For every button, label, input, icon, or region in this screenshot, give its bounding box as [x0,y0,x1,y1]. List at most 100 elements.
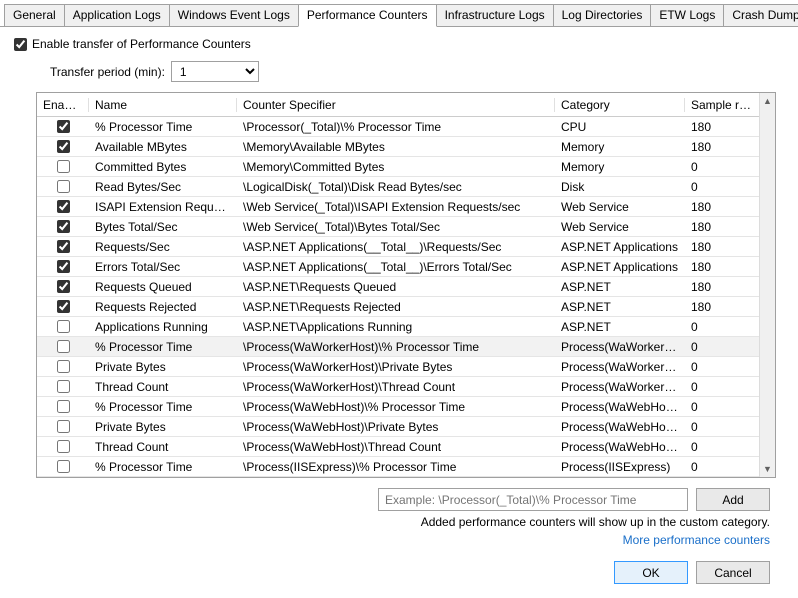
row-enable-checkbox[interactable] [57,160,70,173]
transfer-period-combo[interactable]: 1 [171,61,259,82]
table-row[interactable]: Thread Count\Process(WaWorkerHost)\Threa… [37,377,759,397]
row-enable-checkbox[interactable] [57,280,70,293]
table-row[interactable]: Thread Count\Process(WaWebHost)\Thread C… [37,437,759,457]
row-rate: 180 [685,220,759,234]
row-enable-checkbox[interactable] [57,140,70,153]
table-row[interactable]: % Processor Time\Process(IISExpress)\% P… [37,457,759,477]
row-name: Requests/Sec [89,240,237,254]
col-header-category[interactable]: Category [555,98,685,112]
row-enable-checkbox[interactable] [57,380,70,393]
row-name: % Processor Time [89,460,237,474]
row-specifier: \Processor(_Total)\% Processor Time [237,120,555,134]
table-row[interactable]: ISAPI Extension Requests/...\Web Service… [37,197,759,217]
enable-transfer-checkbox[interactable] [14,38,27,51]
row-specifier: \Process(IISExpress)\% Processor Time [237,460,555,474]
table-row[interactable]: Private Bytes\Process(WaWorkerHost)\Priv… [37,357,759,377]
row-category: Process(WaWorkerHost) [555,340,685,354]
row-enable-checkbox[interactable] [57,220,70,233]
row-category: Web Service [555,200,685,214]
tab-infrastructure-logs[interactable]: Infrastructure Logs [436,4,554,26]
col-header-specifier[interactable]: Counter Specifier [237,98,555,112]
tab-performance-counters[interactable]: Performance Counters [298,4,437,27]
hint-text: Added performance counters will show up … [14,515,770,529]
row-category: Memory [555,140,685,154]
row-category: Web Service [555,220,685,234]
tab-application-logs[interactable]: Application Logs [64,4,170,26]
row-name: % Processor Time [89,340,237,354]
ok-button[interactable]: OK [614,561,688,584]
scroll-up-icon[interactable]: ▲ [760,93,775,109]
add-button[interactable]: Add [696,488,770,511]
table-row[interactable]: Available MBytes\Memory\Available MBytes… [37,137,759,157]
table-row[interactable]: Requests/Sec\ASP.NET Applications(__Tota… [37,237,759,257]
table-row[interactable]: % Processor Time\Process(WaWebHost)\% Pr… [37,397,759,417]
tab-log-directories[interactable]: Log Directories [553,4,652,26]
tab-windows-event-logs[interactable]: Windows Event Logs [169,4,299,26]
new-counter-input[interactable] [378,488,688,511]
row-rate: 180 [685,300,759,314]
row-category: Disk [555,180,685,194]
table-row[interactable]: Errors Total/Sec\ASP.NET Applications(__… [37,257,759,277]
row-rate: 0 [685,380,759,394]
row-category: ASP.NET [555,280,685,294]
row-enable-checkbox[interactable] [57,360,70,373]
scroll-down-icon[interactable]: ▼ [760,461,775,477]
row-enable-checkbox[interactable] [57,460,70,473]
row-rate: 0 [685,460,759,474]
row-specifier: \Process(WaWebHost)\Thread Count [237,440,555,454]
row-name: Read Bytes/Sec [89,180,237,194]
table-row[interactable]: Read Bytes/Sec\LogicalDisk(_Total)\Disk … [37,177,759,197]
tab-general[interactable]: General [4,4,65,26]
row-enable-checkbox[interactable] [57,120,70,133]
row-name: Available MBytes [89,140,237,154]
row-enable-checkbox[interactable] [57,320,70,333]
row-rate: 0 [685,320,759,334]
row-enable-checkbox[interactable] [57,300,70,313]
cancel-button[interactable]: Cancel [696,561,770,584]
row-rate: 0 [685,420,759,434]
row-enable-checkbox[interactable] [57,440,70,453]
row-specifier: \LogicalDisk(_Total)\Disk Read Bytes/sec [237,180,555,194]
table-row[interactable]: Committed Bytes\Memory\Committed BytesMe… [37,157,759,177]
row-enable-checkbox[interactable] [57,240,70,253]
row-name: Requests Queued [89,280,237,294]
vertical-scrollbar[interactable]: ▲ ▼ [759,93,775,477]
col-header-name[interactable]: Name [89,98,237,112]
row-enable-checkbox[interactable] [57,400,70,413]
row-category: ASP.NET [555,320,685,334]
row-enable-checkbox[interactable] [57,180,70,193]
row-specifier: \Web Service(_Total)\Bytes Total/Sec [237,220,555,234]
tab-crash-dumps[interactable]: Crash Dumps [723,4,798,26]
row-name: % Processor Time [89,120,237,134]
row-name: Bytes Total/Sec [89,220,237,234]
table-row[interactable]: Bytes Total/Sec\Web Service(_Total)\Byte… [37,217,759,237]
row-name: Applications Running [89,320,237,334]
table-row[interactable]: Requests Rejected\ASP.NET\Requests Rejec… [37,297,759,317]
col-header-enabled[interactable]: Enabled [37,98,89,112]
row-rate: 0 [685,160,759,174]
row-specifier: \Process(WaWorkerHost)\% Processor Time [237,340,555,354]
performance-counters-panel: Enable transfer of Performance Counters … [0,27,798,598]
col-header-rate[interactable]: Sample rate (sec) [685,98,759,112]
row-specifier: \ASP.NET Applications(__Total__)\Request… [237,240,555,254]
row-enable-checkbox[interactable] [57,260,70,273]
row-specifier: \ASP.NET Applications(__Total__)\Errors … [237,260,555,274]
table-row[interactable]: Requests Queued\ASP.NET\Requests QueuedA… [37,277,759,297]
row-category: Process(WaWebHost) [555,440,685,454]
row-enable-checkbox[interactable] [57,340,70,353]
counters-grid: Enabled Name Counter Specifier Category … [36,92,776,478]
row-category: Process(WaWorkerHost) [555,380,685,394]
enable-transfer-label[interactable]: Enable transfer of Performance Counters [32,37,251,51]
row-specifier: \ASP.NET\Requests Rejected [237,300,555,314]
row-enable-checkbox[interactable] [57,420,70,433]
row-category: Process(IISExpress) [555,460,685,474]
table-row[interactable]: Private Bytes\Process(WaWebHost)\Private… [37,417,759,437]
tab-etw-logs[interactable]: ETW Logs [650,4,724,26]
table-row[interactable]: Applications Running\ASP.NET\Application… [37,317,759,337]
row-specifier: \Web Service(_Total)\ISAPI Extension Req… [237,200,555,214]
table-row[interactable]: % Processor Time\Process(WaWorkerHost)\%… [37,337,759,357]
table-row[interactable]: % Processor Time\Processor(_Total)\% Pro… [37,117,759,137]
more-counters-link[interactable]: More performance counters [14,533,770,547]
row-rate: 0 [685,360,759,374]
row-enable-checkbox[interactable] [57,200,70,213]
